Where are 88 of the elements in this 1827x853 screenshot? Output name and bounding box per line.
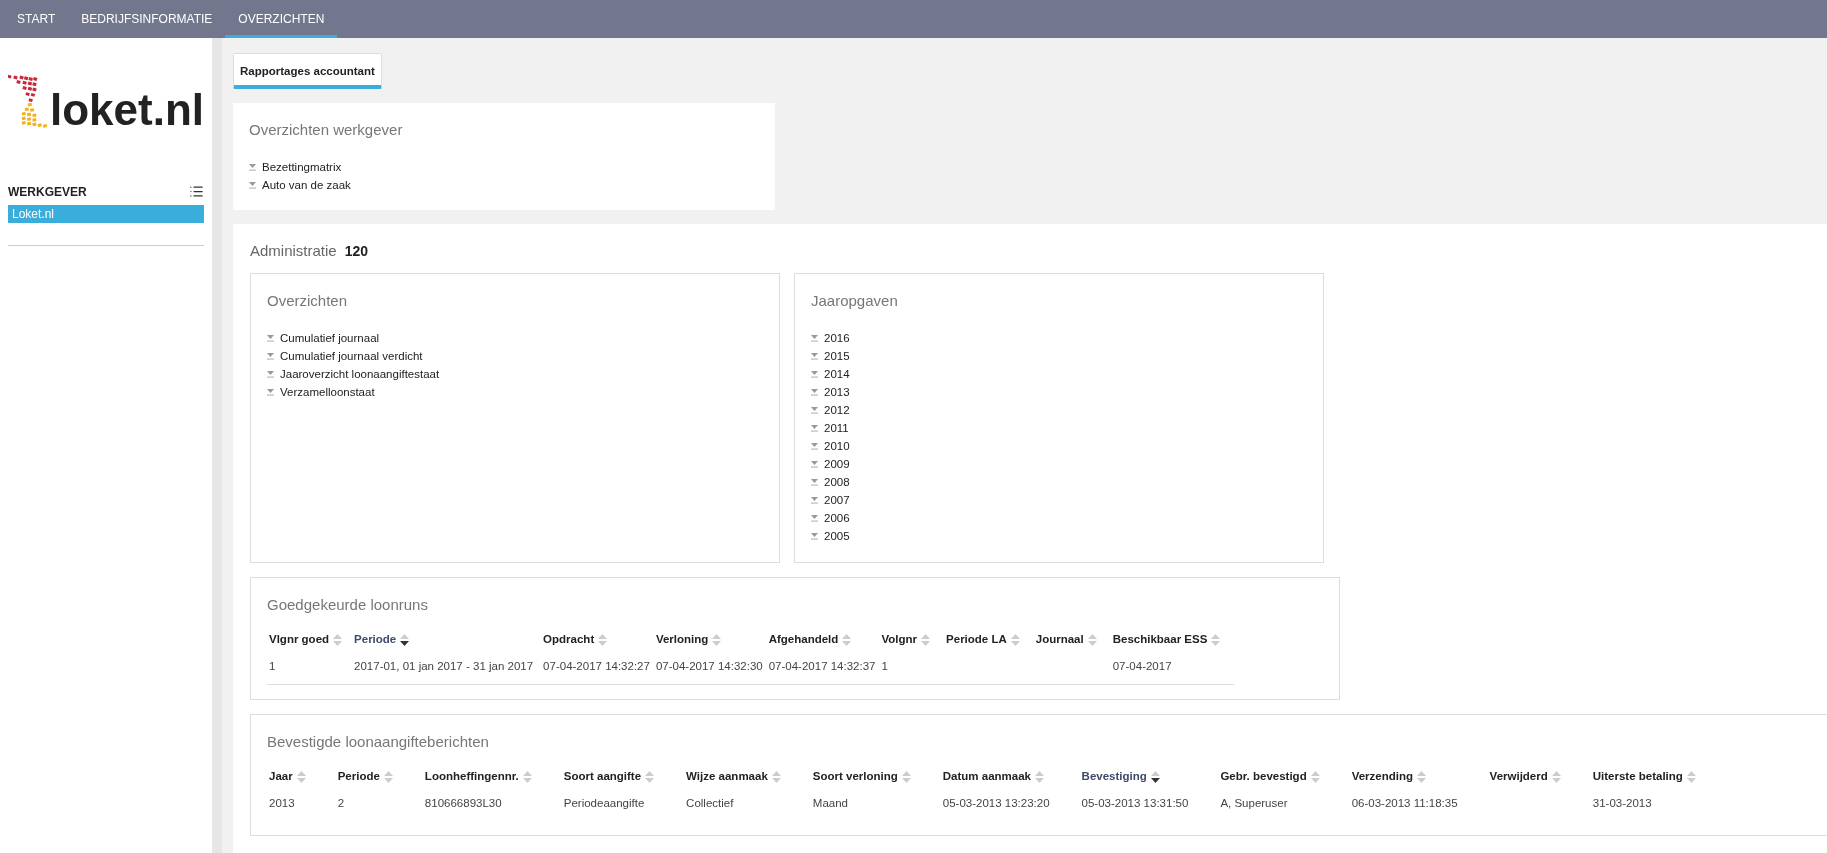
download-icon [811, 424, 818, 432]
card-title: Overzichten [267, 292, 349, 309]
table-cell: 1 [879, 659, 945, 685]
admin-label: Administratie [250, 242, 337, 259]
column-header[interactable]: Afgehandeld [766, 633, 880, 660]
report-link[interactable]: Jaaroverzicht loonaangiftestaat [267, 365, 763, 383]
report-link[interactable]: 2013 [811, 383, 1307, 401]
table-cell-text: 2 [336, 796, 346, 811]
admin-number: 120 [344, 243, 369, 259]
table-cell: 2017-01, 01 jan 2017 - 31 jan 2017 [352, 659, 542, 685]
column-header[interactable]: Vlgnr goed [267, 633, 353, 660]
column-header[interactable]: Gebr. bevestigd [1218, 769, 1350, 797]
download-icon [811, 478, 818, 486]
report-link[interactable]: 2015 [811, 347, 1307, 365]
card-title: Overzichten werkgever [249, 121, 404, 138]
download-icon [267, 388, 274, 396]
column-header[interactable]: Uiterste betaling [1590, 769, 1706, 797]
report-link[interactable]: 2009 [811, 455, 1307, 473]
download-icon [811, 514, 818, 522]
column-header[interactable]: Periode LA [944, 633, 1034, 660]
section-title: WERKGEVER [8, 184, 87, 199]
table-cell-text: A, Superuser [1219, 796, 1289, 811]
download-icon [811, 388, 818, 396]
table-cell-text: 31-03-2013 [1591, 796, 1653, 811]
download-icon [811, 334, 818, 342]
download-icon [267, 370, 274, 378]
download-icon [811, 532, 818, 540]
table-cell-text: 05-03-2013 13:23:20 [941, 796, 1051, 811]
column-header[interactable]: Jaar [267, 769, 336, 797]
column-header[interactable]: Opdracht [541, 633, 654, 660]
table-cell: 07-04-2017 14:32:30 [653, 659, 767, 685]
table-cell-text: 05-03-2013 13:31:50 [1080, 796, 1190, 811]
table-cell: 1 [267, 659, 353, 685]
report-link[interactable]: Cumulatief journaal verdicht [267, 347, 763, 365]
report-link[interactable]: 2007 [811, 491, 1307, 509]
download-icon [811, 442, 818, 450]
nav-tab[interactable]: START [4, 0, 69, 38]
download-icon [811, 370, 818, 378]
card-title: Goedgekeurde loonruns [267, 596, 429, 613]
column-header[interactable]: Beschikbaar ESS [1110, 633, 1235, 660]
report-link[interactable]: Cumulatief journaal [267, 329, 763, 347]
report-link[interactable]: Verzamelloonstaat [267, 383, 763, 401]
nav-tab[interactable]: BEDRIJFSINFORMATIE [68, 0, 226, 38]
table-cell-text: Periodeaangifte [562, 796, 646, 811]
column-header[interactable]: Verzending [1349, 769, 1488, 797]
column-header[interactable]: Soort aangifte [561, 769, 685, 797]
table-cell: 07-04-2017 14:32:37 [766, 659, 880, 685]
download-icon [811, 406, 818, 414]
report-link[interactable]: 2014 [811, 365, 1307, 383]
table-cell-text: 2013 [268, 796, 296, 811]
download-icon [249, 181, 256, 189]
download-icon [249, 163, 256, 171]
report-link[interactable]: 2010 [811, 437, 1307, 455]
table-cell-text: Collectief [685, 796, 735, 811]
card-title: Jaaropgaven [811, 292, 899, 309]
column-header[interactable]: Verwijderd [1487, 769, 1591, 797]
download-icon [811, 460, 818, 468]
report-link[interactable]: 2005 [811, 527, 1307, 545]
column-header[interactable]: Bevestiging [1079, 769, 1219, 797]
table-cell-text: Maand [811, 796, 849, 811]
download-icon [811, 496, 818, 504]
download-icon [267, 334, 274, 342]
download-icon [267, 352, 274, 360]
report-link[interactable]: 2016 [811, 329, 1307, 347]
report-link[interactable]: 2008 [811, 473, 1307, 491]
column-header[interactable]: Loonheffingennr. [422, 769, 562, 797]
logo-text: loket.nl [49, 88, 204, 132]
column-header[interactable]: Periode [352, 633, 542, 660]
column-header[interactable]: Periode [335, 769, 423, 797]
table-cell-text: 06-03-2013 11:18:35 [1350, 796, 1459, 811]
table-cell-text: 810666893L30 [423, 796, 503, 811]
column-header[interactable]: Verloning [653, 633, 767, 660]
table-cell: 07-04-2017 [1110, 659, 1235, 685]
list-icon[interactable] [189, 184, 204, 199]
table-cell: 07-04-2017 14:32:27 [541, 659, 654, 685]
report-link[interactable]: Auto van de zaak [249, 176, 759, 194]
page-tab[interactable]: Rapportages accountant [233, 53, 382, 89]
column-header[interactable]: Wijze aanmaak [684, 769, 811, 797]
column-header[interactable]: Soort verloning [810, 769, 941, 797]
column-header[interactable]: Journaal [1033, 633, 1111, 660]
report-link[interactable]: 2006 [811, 509, 1307, 527]
download-icon [811, 352, 818, 360]
report-link[interactable]: 2011 [811, 419, 1307, 437]
column-header[interactable]: Volgnr [879, 633, 945, 660]
report-link[interactable]: 2012 [811, 401, 1307, 419]
column-header[interactable]: Datum aanmaak [940, 769, 1080, 797]
card-title: Bevestigde loonaangifteberichten [267, 732, 490, 750]
report-link[interactable]: Bezettingmatrix [249, 158, 759, 176]
